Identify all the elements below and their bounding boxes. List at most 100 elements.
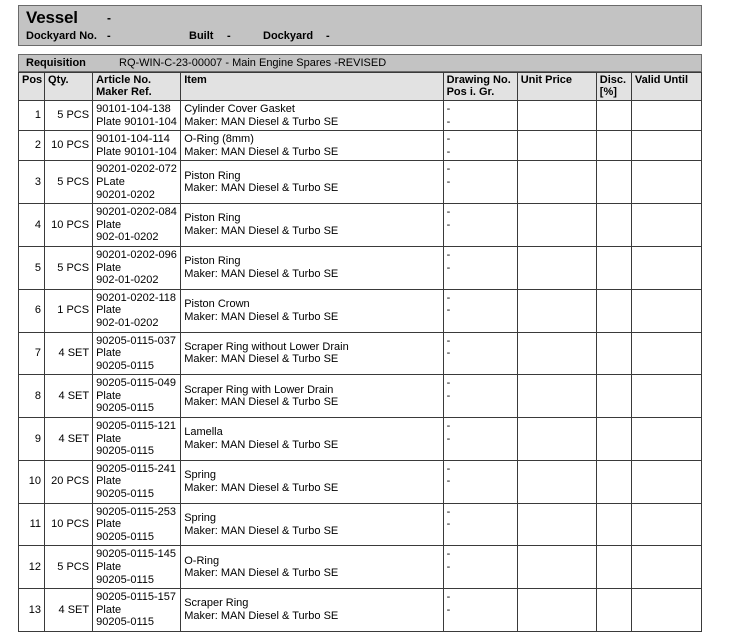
- requisition-bar: Requisition RQ-WIN-C-23-00007 - Main Eng…: [18, 54, 702, 72]
- column-header-pos: Pos: [17, 72, 46, 101]
- table-row: 4 10 PCS 90201-0202-084 Plate 902-01-0202 P…: [17, 203, 703, 247]
- cell-valid-until: [630, 288, 703, 333]
- cell-unit-price: [516, 588, 597, 632]
- table-row: 74 SET 90205-0115-037 Plate 90205-0115 Scr…: [17, 331, 703, 376]
- column-header-discount: Disc. [%]: [595, 72, 632, 101]
- cell-valid-until: [630, 588, 703, 632]
- cell-article-no: 90201-0202-084 Plate 902-01-0202: [92, 203, 182, 247]
- cell-quantity: 5 PCS: [44, 160, 94, 205]
- cell-discount: [595, 374, 632, 419]
- table-row: 15 PCS 90101-104-138 Plate 90101-104 Cylin…: [17, 99, 703, 132]
- table-row: 35 PCS 90201-0202-072 PLate 90201-0202 Pis…: [17, 160, 703, 205]
- dockyard-no-value: -: [107, 30, 111, 42]
- cell-unit-price: [516, 417, 597, 461]
- cell-article-no: 90205-0115-253 Plate 90205-0115: [92, 502, 182, 547]
- cell-article-no: 90201-0202-096 Plate 902-01-0202: [92, 245, 182, 290]
- column-header-valid-until: Valid Until: [630, 72, 703, 101]
- built-value: -: [227, 30, 231, 42]
- cell-drawing-no: - -: [442, 288, 518, 333]
- cell-quantity: 20 PCS: [44, 459, 94, 504]
- cell-item: O-Ring Maker: MAN Diesel & Turbo SE: [180, 545, 444, 590]
- cell-position: 5: [17, 245, 46, 290]
- cell-quantity: 4 SET: [44, 417, 94, 461]
- cell-valid-until: [630, 245, 703, 290]
- cell-item: Scraper Ring with Lower Drain Maker: MAN…: [180, 374, 444, 419]
- cell-valid-until: [630, 545, 703, 590]
- table-row: 84 SET 90205-0115-049 Plate 90205-0115 Scr…: [17, 374, 703, 419]
- cell-drawing-no: - -: [442, 130, 518, 162]
- cell-quantity: 5 PCS: [44, 245, 94, 290]
- cell-valid-until: [630, 417, 703, 461]
- cell-quantity: 10 PCS: [44, 502, 94, 547]
- cell-drawing-no: - -: [442, 203, 518, 247]
- cell-position: 2: [17, 130, 46, 162]
- table-row: 13 4 SET 90205-0115-157 Plate 90205-0115 Sc…: [17, 588, 703, 632]
- cell-item: Cylinder Cover Gasket Maker: MAN Diesel …: [180, 99, 444, 132]
- cell-discount: [595, 99, 632, 132]
- cell-article-no: 90101-104-114 Plate 90101-104: [92, 130, 182, 162]
- built-label: Built: [189, 30, 214, 42]
- cell-unit-price: [516, 99, 597, 132]
- column-header-article-no: Article No. Maker Ref.: [92, 72, 182, 101]
- cell-position: 7: [17, 331, 46, 376]
- requisition-value: RQ-WIN-C-23-00007 - Main Engine Spares -…: [119, 57, 387, 69]
- cell-unit-price: [516, 160, 597, 205]
- cell-article-no: 90205-0115-121 Plate 90205-0115: [92, 417, 182, 461]
- cell-article-no: 90205-0115-049 Plate 90205-0115: [92, 374, 182, 419]
- table-row: 11 10 PCS 90205-0115-253 Plate 90205-0115 S…: [17, 502, 703, 547]
- dockyard-no-label: Dockyard No.: [26, 30, 97, 42]
- cell-article-no: 90101-104-138 Plate 90101-104: [92, 99, 182, 132]
- cell-valid-until: [630, 160, 703, 205]
- vessel-details-line: Dockyard No. - Built - Dockyard -: [19, 30, 701, 46]
- cell-position: 6: [17, 288, 46, 333]
- cell-quantity: 1 PCS: [44, 288, 94, 333]
- cell-article-no: 90201-0202-072 PLate 90201-0202: [92, 160, 182, 205]
- cell-quantity: 4 SET: [44, 331, 94, 376]
- cell-position: 4: [17, 203, 46, 247]
- cell-valid-until: [630, 130, 703, 162]
- cell-item: O-Ring (8mm) Maker: MAN Diesel & Turbo S…: [180, 130, 444, 162]
- table-row: 61 PCS 90201-0202-118 Plate 902-01-0202 Pi…: [17, 288, 703, 333]
- cell-drawing-no: - -: [442, 545, 518, 590]
- column-header-item: Item: [180, 72, 444, 101]
- cell-drawing-no: - -: [442, 588, 518, 632]
- cell-discount: [595, 502, 632, 547]
- cell-item: Scraper Ring without Lower Drain Maker: …: [180, 331, 444, 376]
- requisition-label: Requisition: [26, 57, 86, 69]
- cell-article-no: 90205-0115-145 Plate 90205-0115: [92, 545, 182, 590]
- cell-position: 8: [17, 374, 46, 419]
- cell-article-no: 90205-0115-241 Plate 90205-0115: [92, 459, 182, 504]
- cell-unit-price: [516, 130, 597, 162]
- cell-valid-until: [630, 203, 703, 247]
- cell-item: Lamella Maker: MAN Diesel & Turbo SE: [180, 417, 444, 461]
- table-body: 15 PCS 90101-104-138 Plate 90101-104 Cylin…: [17, 99, 703, 632]
- table-header-row: Pos Qty. Article No. Maker Ref. Item Dra…: [17, 72, 703, 101]
- cell-position: 9: [17, 417, 46, 461]
- vessel-header-block: Vessel - Dockyard No. - Built - Dockyard…: [18, 5, 702, 46]
- cell-discount: [595, 545, 632, 590]
- cell-item: Spring Maker: MAN Diesel & Turbo SE: [180, 502, 444, 547]
- cell-item: Scraper Ring Maker: MAN Diesel & Turbo S…: [180, 588, 444, 632]
- cell-drawing-no: - -: [442, 502, 518, 547]
- cell-discount: [595, 459, 632, 504]
- cell-position: 13: [17, 588, 46, 632]
- cell-valid-until: [630, 459, 703, 504]
- cell-unit-price: [516, 245, 597, 290]
- cell-drawing-no: - -: [442, 374, 518, 419]
- column-header-drawing-no: Drawing No. Pos i. Gr.: [442, 72, 518, 101]
- cell-discount: [595, 331, 632, 376]
- cell-discount: [595, 160, 632, 205]
- vessel-title-line: Vessel -: [19, 8, 701, 28]
- cell-drawing-no: - -: [442, 417, 518, 461]
- spare-parts-table: Pos Qty. Article No. Maker Ref. Item Dra…: [17, 72, 703, 632]
- cell-valid-until: [630, 331, 703, 376]
- cell-unit-price: [516, 502, 597, 547]
- cell-quantity: 4 SET: [44, 588, 94, 632]
- cell-discount: [595, 588, 632, 632]
- dockyard-label: Dockyard: [263, 30, 314, 42]
- cell-position: 12: [17, 545, 46, 590]
- table-row: 12 5 PCS 90205-0115-145 Plate 90205-0115 O-…: [17, 545, 703, 590]
- cell-drawing-no: - -: [442, 331, 518, 376]
- cell-discount: [595, 130, 632, 162]
- column-header-unit-price: Unit Price: [516, 72, 597, 101]
